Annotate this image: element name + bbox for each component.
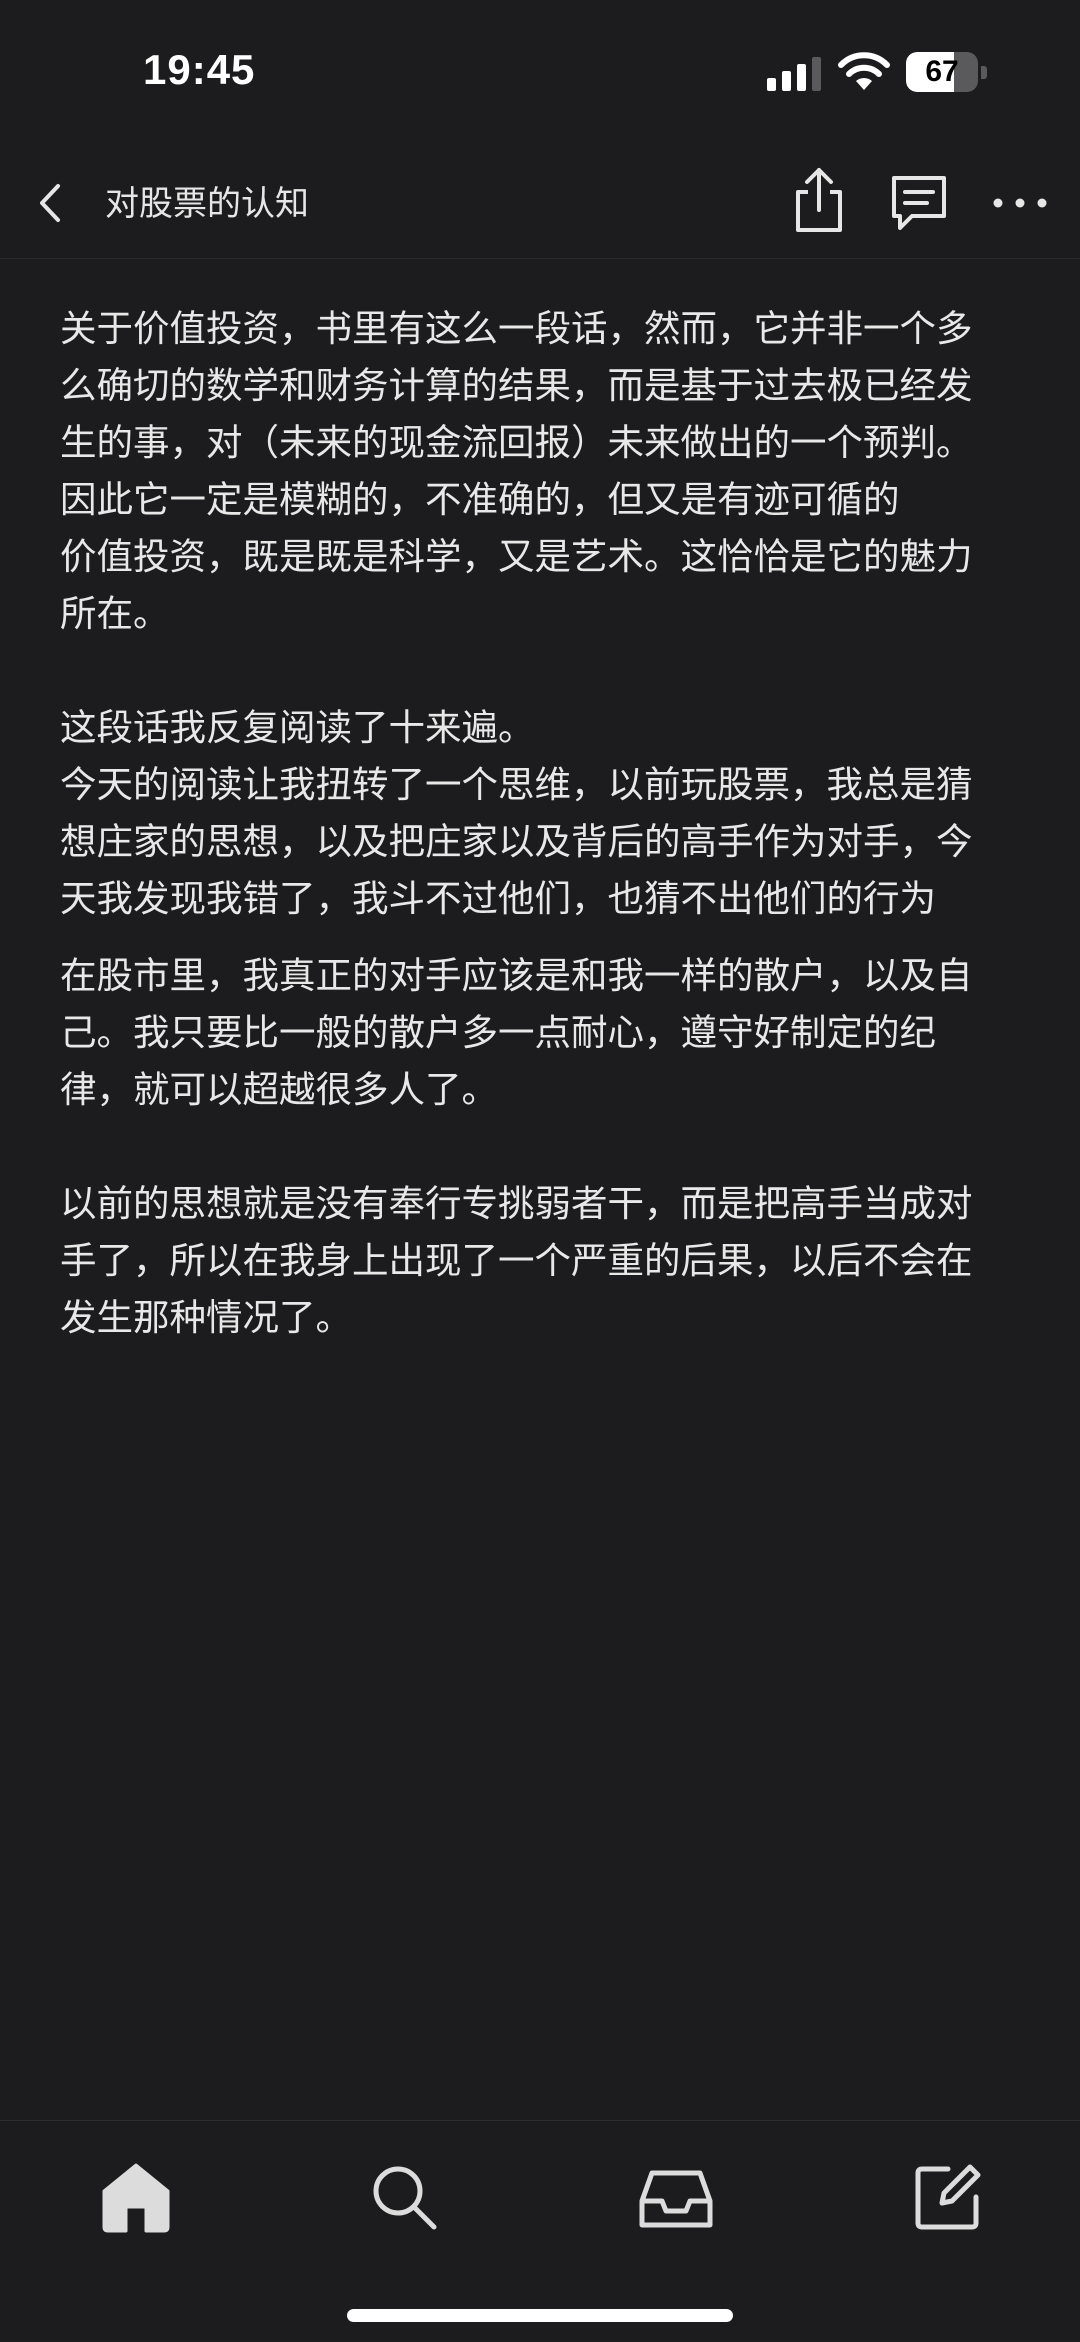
article-paragraph: 以前的思想就是没有奉行专挑弱者干，而是把高手当成对手了，所以在我身上出现了一个严… (60, 1182, 973, 1339)
article-body: 关于价值投资，书里有这么一段话，然而，它并非一个多么确切的数学和财务计算的结果，… (60, 300, 1000, 1346)
battery-cap (981, 66, 987, 79)
battery-indicator: 67 (906, 52, 988, 92)
page-title: 对股票的认知 (105, 184, 309, 224)
more-icon[interactable] (990, 178, 1050, 228)
home-indicator[interactable] (347, 2309, 733, 2322)
compose-icon[interactable] (908, 2157, 988, 2237)
back-icon[interactable] (28, 178, 78, 228)
cellular-signal-icon (767, 57, 821, 91)
status-time: 19:45 (143, 46, 256, 93)
share-icon[interactable] (790, 166, 848, 236)
search-icon[interactable] (364, 2157, 444, 2237)
article-paragraph: 在股市里，我真正的对手应该是和我一样的散户，以及自己。我只要比一般的散户多一点耐… (60, 954, 973, 1111)
nav-bar: 对股票的认知 (0, 150, 1080, 259)
wifi-icon (838, 52, 890, 90)
battery-level: 67 (925, 55, 959, 88)
status-bar: 19:45 67 (0, 0, 1080, 150)
article-paragraph: 关于价值投资，书里有这么一段话，然而，它并非一个多么确切的数学和财务计算的结果，… (60, 307, 973, 521)
inbox-icon[interactable] (636, 2157, 716, 2237)
comment-icon[interactable] (888, 172, 950, 234)
home-icon[interactable] (96, 2157, 176, 2237)
article-paragraph: 价值投资，既是既是科学，又是艺术。这恰恰是它的魅力所在。 (60, 535, 973, 635)
article-paragraph: 今天的阅读让我扭转了一个思维，以前玩股票，我总是猜想庄家的思想，以及把庄家以及背… (60, 763, 973, 920)
battery-body: 67 (906, 52, 978, 92)
article-paragraph: 这段话我反复阅读了十来遍。 (60, 706, 535, 749)
